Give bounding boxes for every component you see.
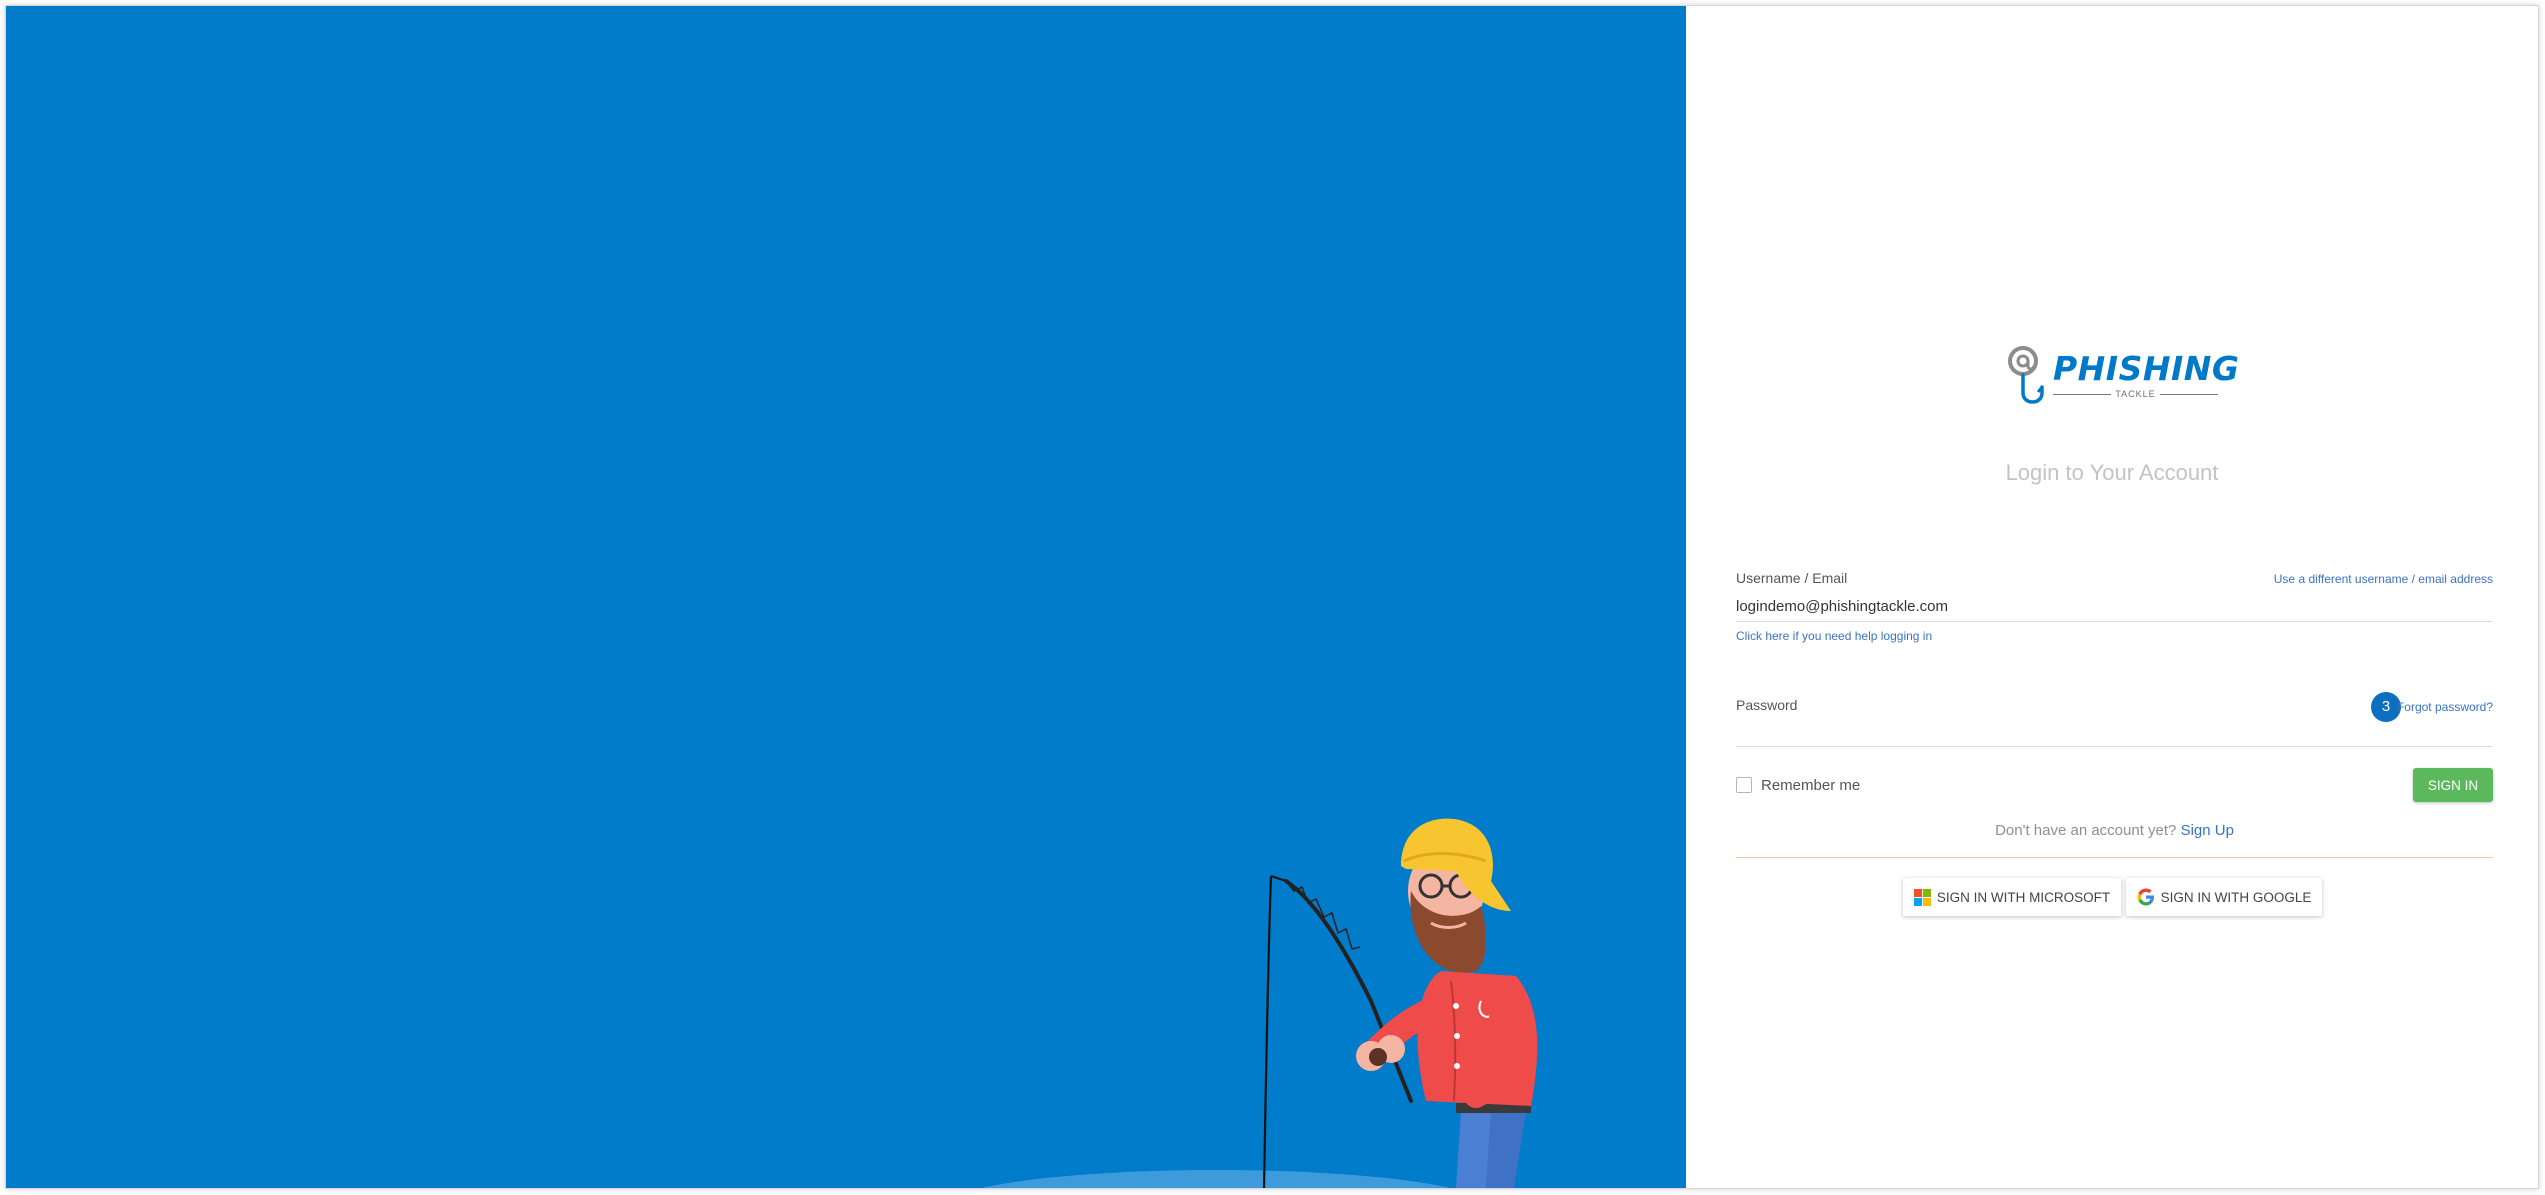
remember-me-label: Remember me xyxy=(1761,777,1861,794)
hero-panel xyxy=(6,6,1686,1188)
login-page: PHISHING TACKLE Login to Your Account Us… xyxy=(5,5,2539,1189)
google-button-label: SIGN IN WITH GOOGLE xyxy=(2160,889,2312,905)
username-label: Username / Email xyxy=(1736,570,1848,586)
sign-up-link[interactable]: Sign Up xyxy=(2181,822,2234,839)
username-input[interactable] xyxy=(1736,598,2493,622)
logo-subtitle: TACKLE xyxy=(2053,389,2218,399)
fisherman-illustration xyxy=(1262,818,1538,1188)
sign-in-with-google-button[interactable]: SIGN IN WITH GOOGLE xyxy=(2126,878,2322,916)
divider xyxy=(1736,857,2493,858)
help-logging-in-link[interactable]: Click here if you need help logging in xyxy=(1736,629,1932,643)
login-panel: PHISHING TACKLE Login to Your Account Us… xyxy=(1686,6,2538,1188)
at-hook-icon xyxy=(2008,346,2044,404)
login-heading: Login to Your Account xyxy=(2005,460,2219,485)
password-label: Password xyxy=(1736,697,1798,713)
sign-in-button[interactable]: SIGN IN xyxy=(2413,768,2493,802)
signup-prompt-text: Don't have an account yet? xyxy=(1995,822,2177,839)
remember-me-checkbox[interactable] xyxy=(1736,777,1752,793)
google-logo-icon xyxy=(2137,888,2154,906)
phishing-tackle-logo: PHISHING TACKLE xyxy=(2006,339,2239,419)
sign-in-with-microsoft-button[interactable]: SIGN IN WITH MICROSOFT xyxy=(1903,878,2121,916)
signup-prompt: Don't have an account yet? Sign Up xyxy=(1736,822,2493,839)
logo-subtitle-text: TACKLE xyxy=(2111,389,2160,399)
logo-wordmark: PHISHING xyxy=(2053,349,2240,388)
use-different-username-link[interactable]: Use a different username / email address xyxy=(2274,572,2493,586)
password-input[interactable] xyxy=(1736,716,2493,747)
microsoft-button-label: SIGN IN WITH MICROSOFT xyxy=(1936,889,2111,905)
microsoft-logo-icon xyxy=(1913,888,1931,906)
forgot-password-link[interactable]: Forgot password? xyxy=(2397,700,2493,714)
